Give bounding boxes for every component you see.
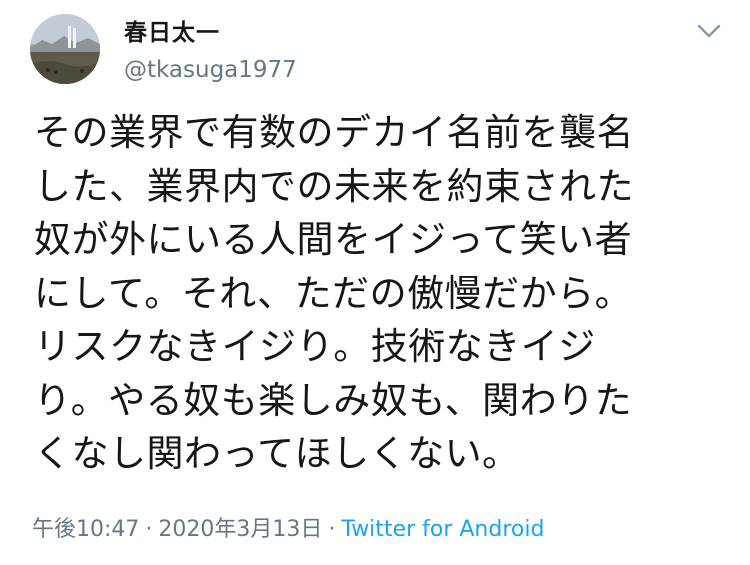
meta-separator: · xyxy=(328,517,336,542)
user-handle[interactable]: @tkasuga1977 xyxy=(124,56,297,84)
tweet-source-link[interactable]: Twitter for Android xyxy=(341,517,544,542)
display-name[interactable]: 春日太一 xyxy=(124,18,297,48)
tweet-date[interactable]: 2020年3月13日 xyxy=(158,517,322,542)
avatar[interactable] xyxy=(30,14,100,84)
tweet-text-line: 奴が外にいる人間をイジって笑い者 xyxy=(34,218,633,261)
tweet-text-line: した、業界内での未来を約束された xyxy=(34,164,634,208)
tweet-text-line: その業界で有数のデカイ名前を襲名 xyxy=(34,111,634,154)
tweet-text-line: り。やる奴も楽しみ奴も、関わりた xyxy=(34,378,633,422)
tweet-meta: 午後10:47 · 2020年3月13日 · Twitter for Android xyxy=(32,514,544,546)
meta-separator: · xyxy=(145,517,153,542)
tweet-text-line: くなし関わってほしくない。 xyxy=(34,432,520,475)
tweet-time[interactable]: 午後10:47 xyxy=(32,517,139,542)
tweet-text-line: リスクなきイジり。技術なきイジ xyxy=(34,325,596,368)
tweet-text-line: にして。それ、ただの傲慢だから。 xyxy=(34,271,633,315)
tweet-card: 春日太一 @tkasuga1977 その業界で有数のデカイ名前を襲名 した、業界内… xyxy=(0,0,750,565)
user-info: 春日太一 @tkasuga1977 xyxy=(124,18,297,84)
profile-photo-icon xyxy=(30,14,100,84)
tweet-text: その業界で有数のデカイ名前を襲名 した、業界内での未来を約束された 奴が外にいる人間… xyxy=(34,106,724,481)
tweet-menu-button[interactable] xyxy=(696,22,722,40)
chevron-down-icon xyxy=(697,24,721,38)
